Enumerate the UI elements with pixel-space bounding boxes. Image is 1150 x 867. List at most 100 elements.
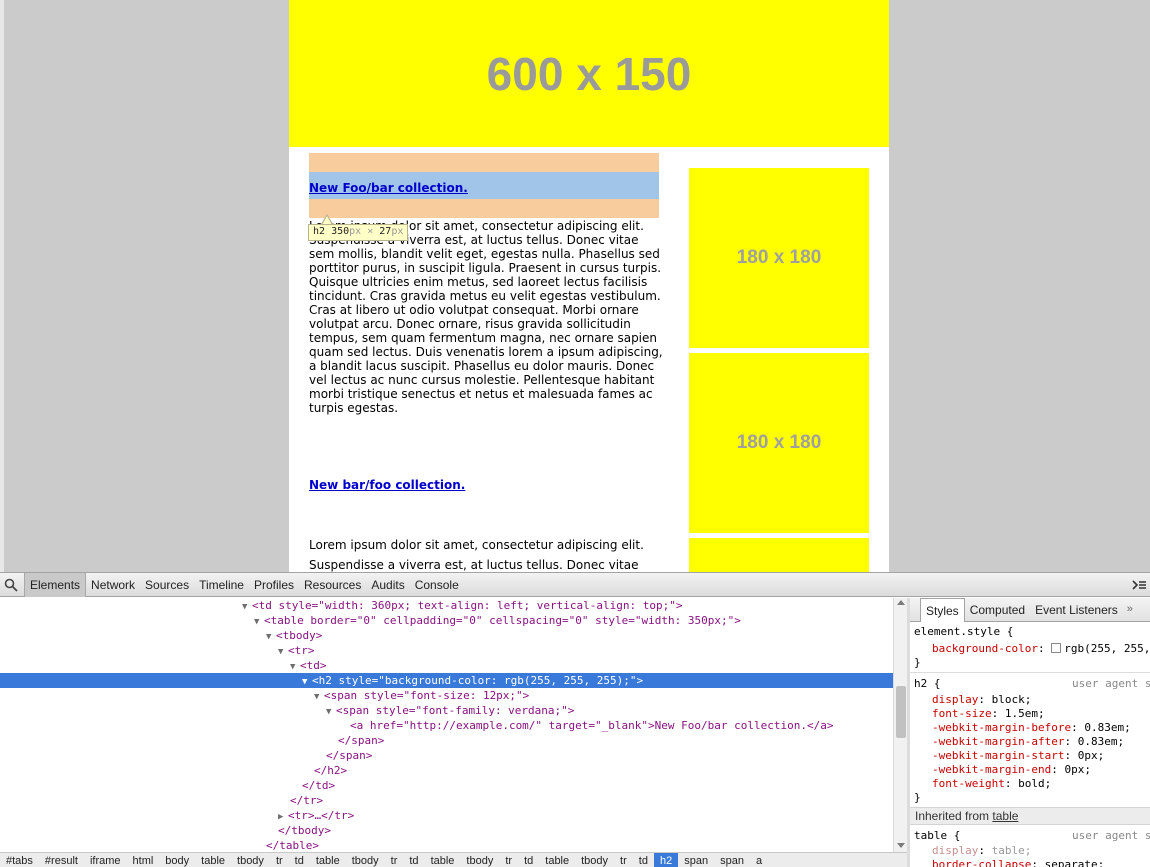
selector-text: h2 { xyxy=(914,677,941,690)
tab-timeline[interactable]: Timeline xyxy=(194,573,249,597)
breadcrumb-item[interactable]: body xyxy=(159,853,195,867)
scroll-up-arrow-icon[interactable] xyxy=(897,600,905,605)
element-style-prop[interactable]: background-color: rgb(255, 255, 255); xyxy=(932,642,1150,656)
inherited-source-link[interactable]: table xyxy=(992,809,1018,823)
tooltip-tag: h2 xyxy=(313,226,326,237)
breadcrumb-item[interactable]: td xyxy=(403,853,424,867)
dom-node-text: <h2 style="background-color: rgb(255, 25… xyxy=(312,674,644,687)
dom-node-text: <table border="0" cellpadding="0" cellsp… xyxy=(264,614,741,627)
breadcrumb-item[interactable]: td xyxy=(289,853,310,867)
color-swatch-icon[interactable] xyxy=(1051,643,1062,653)
dom-node-tr[interactable]: ▼ <tr> xyxy=(0,643,893,658)
tab-resources[interactable]: Resources xyxy=(299,573,366,597)
breadcrumb-item[interactable]: a xyxy=(750,853,768,867)
search-icon[interactable] xyxy=(4,578,18,592)
breadcrumb-item[interactable]: td xyxy=(633,853,654,867)
h2-prop-font-size[interactable]: font-size: 1.5em; xyxy=(932,707,1150,721)
dom-node-td[interactable]: ▼ <td> xyxy=(0,658,893,673)
tab-profiles[interactable]: Profiles xyxy=(249,573,299,597)
tooltip-width-unit: px xyxy=(349,226,362,237)
dom-node-table[interactable]: ▼ <table border="0" cellpadding="0" cells… xyxy=(0,613,893,628)
prop-value: table; xyxy=(991,844,1032,857)
breadcrumb-item[interactable]: span xyxy=(678,853,714,867)
breadcrumb-item[interactable]: #tabs xyxy=(0,853,39,867)
tab-audits[interactable]: Audits xyxy=(366,573,409,597)
h2-prop-font-weight[interactable]: font-weight: bold; xyxy=(932,777,1150,791)
breadcrumb-item[interactable]: h2 xyxy=(653,853,679,867)
dom-node-td[interactable]: ▼ <td style="width: 360px; text-align: le… xyxy=(0,598,893,613)
tab-console[interactable]: Console xyxy=(410,573,464,597)
tab-network[interactable]: Network xyxy=(86,573,140,597)
breadcrumb-item[interactable]: tbody xyxy=(231,853,270,867)
breadcrumb-item[interactable]: tbody xyxy=(460,853,499,867)
dom-node-tr-collapsed[interactable]: ▶ <tr>…</tr> xyxy=(0,808,893,823)
dom-node-td-close[interactable]: </td> xyxy=(0,778,893,793)
dom-node-span-close[interactable]: </span> xyxy=(0,748,893,763)
breadcrumb-item[interactable]: tr xyxy=(614,853,633,867)
devtools-toolbar: Elements Network Sources Timeline Profil… xyxy=(0,572,1150,597)
tooltip-width: 350 xyxy=(331,226,350,237)
tab-sources[interactable]: Sources xyxy=(140,573,194,597)
dom-node-text: </td> xyxy=(302,779,336,792)
h2-prop-margin-before[interactable]: -webkit-margin-before: 0.83em; xyxy=(932,721,1150,735)
dom-node-text: <tr>…</tr> xyxy=(288,809,355,822)
scroll-down-arrow-icon[interactable] xyxy=(897,843,905,848)
styles-sidebar: Styles Computed Event Listeners » elemen… xyxy=(910,598,1150,867)
dom-node-h2-close[interactable]: </h2> xyxy=(0,763,893,778)
scroll-thumb[interactable] xyxy=(896,686,906,738)
tab-styles[interactable]: Styles xyxy=(920,598,965,622)
tab-elements[interactable]: Elements xyxy=(24,573,87,597)
h2-prop-display[interactable]: display: block; xyxy=(932,693,1150,707)
h2-prop-margin-end[interactable]: -webkit-margin-end: 0px; xyxy=(932,763,1150,777)
prop-value: 0.83em; xyxy=(1084,721,1131,734)
dom-node-text: <span style="font-size: 12px;"> xyxy=(324,689,530,702)
breadcrumb-item[interactable]: table xyxy=(195,853,231,867)
breadcrumb-item[interactable]: #result xyxy=(39,853,84,867)
breadcrumb-item[interactable]: tbody xyxy=(346,853,385,867)
breadcrumb-item[interactable]: tr xyxy=(385,853,404,867)
article-link-bar-foo[interactable]: New bar/foo collection. xyxy=(309,478,465,492)
dom-node-span[interactable]: ▼ <span style="font-size: 12px;"> xyxy=(0,688,893,703)
dom-node-span[interactable]: ▼ <span style="font-family: verdana;"> xyxy=(0,703,893,718)
dom-tree-scrollbar[interactable] xyxy=(893,598,907,852)
h2-prop-margin-after[interactable]: -webkit-margin-after: 0.83em; xyxy=(932,735,1150,749)
dom-node-tr-close[interactable]: </tr> xyxy=(0,793,893,808)
dom-node-span-close[interactable]: </span> xyxy=(0,733,893,748)
breadcrumb-item[interactable]: table xyxy=(425,853,461,867)
dom-node-h2-selected[interactable]: ▼ <h2 style="background-color: rgb(255, 2… xyxy=(0,673,893,688)
prop-name: font-weight xyxy=(932,777,1005,790)
breadcrumb-item[interactable]: table xyxy=(539,853,575,867)
prop-name: -webkit-margin-after xyxy=(932,735,1065,748)
more-tabs-icon[interactable]: » xyxy=(1123,598,1133,621)
prop-name: -webkit-margin-end xyxy=(932,763,1052,776)
tab-event-listeners[interactable]: Event Listeners xyxy=(1030,598,1123,621)
h2-prop-margin-start[interactable]: -webkit-margin-start: 0px; xyxy=(932,749,1150,763)
prop-value[interactable]: rgb(255, 255, 255); xyxy=(1064,642,1150,655)
tab-computed[interactable]: Computed xyxy=(965,598,1030,621)
dom-node-tbody-close[interactable]: </tbody> xyxy=(0,823,893,838)
breadcrumb-item[interactable]: tr xyxy=(499,853,518,867)
article-link-foo-bar[interactable]: New Foo/bar collection. xyxy=(309,181,468,195)
prop-name: -webkit-margin-before xyxy=(932,721,1072,734)
dom-node-text: </span> xyxy=(326,749,373,762)
rule-source: user agent stylesheet xyxy=(1072,677,1150,690)
dom-node-tbody[interactable]: ▼ <tbody> xyxy=(0,628,893,643)
breadcrumb-item[interactable]: tr xyxy=(270,853,289,867)
prop-value: 0px; xyxy=(1064,763,1091,776)
dom-node-text: <td style="width: 360px; text-align: lef… xyxy=(252,599,683,612)
dom-node-table-close[interactable]: </table> xyxy=(0,838,893,852)
dom-node-a[interactable]: <a href="http://example.com/" target="_b… xyxy=(0,718,893,733)
table-prop-border-collapse[interactable]: border-collapse: separate; xyxy=(932,858,1150,867)
breadcrumb-item[interactable]: iframe xyxy=(84,853,127,867)
breadcrumb-item[interactable]: tbody xyxy=(575,853,614,867)
email-layout: 600 x 150 New Foo/bar collection. Lorem … xyxy=(289,0,889,572)
breadcrumb-item[interactable]: table xyxy=(310,853,346,867)
breadcrumb-item[interactable]: td xyxy=(518,853,539,867)
table-prop-display[interactable]: display: table; xyxy=(932,844,1150,858)
table-rule-selector: table {user agent stylesheet xyxy=(914,829,1150,843)
breadcrumb-item[interactable]: html xyxy=(127,853,160,867)
breadcrumb-item[interactable]: span xyxy=(714,853,750,867)
side-placeholder-3 xyxy=(689,538,869,572)
console-drawer-icon[interactable] xyxy=(1131,577,1147,593)
page-viewport: 600 x 150 New Foo/bar collection. Lorem … xyxy=(0,0,1150,572)
